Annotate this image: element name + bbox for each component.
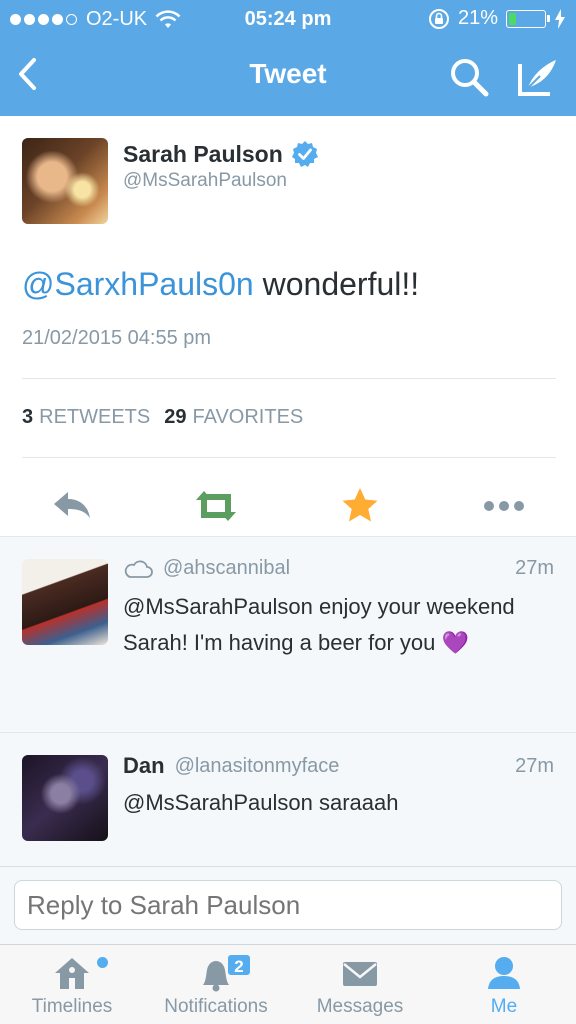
charging-bolt-icon — [555, 8, 565, 29]
reply-text: @MsSarahPaulson enjoy your weekend Sarah… — [123, 589, 554, 661]
new-content-dot — [97, 957, 108, 968]
avatar[interactable] — [22, 755, 108, 841]
tweet-stats: 3 RETWEETS 29 FAVORITES — [22, 406, 317, 429]
tab-label: Timelines — [31, 996, 113, 1017]
home-icon — [55, 958, 89, 989]
retweets-count[interactable]: 3 — [22, 406, 33, 429]
more-icon[interactable] — [480, 482, 528, 530]
reply-icon[interactable] — [48, 482, 96, 530]
rotation-lock-icon — [428, 8, 449, 29]
reply-text: @MsSarahPaulson saraaah — [123, 790, 399, 815]
status-right: 21% — [428, 7, 566, 30]
reply-author-name[interactable]: Dan — [123, 753, 165, 779]
reply-input[interactable] — [14, 880, 562, 930]
top-bar: O2-UK 05:24 pm 21% Tweet — [0, 0, 576, 116]
person-icon — [488, 957, 520, 989]
tab-bar: Timelines 2 Notifications Messages Me — [0, 944, 576, 1024]
purple-heart-emoji: 💜 — [441, 630, 469, 655]
battery-icon — [506, 9, 546, 28]
author-name-row[interactable]: Sarah Paulson — [123, 140, 319, 168]
reply-time: 27m — [515, 754, 554, 777]
avatar[interactable] — [22, 138, 108, 224]
list-item[interactable]: @ahscannibal 27m @MsSarahPaulson enjoy y… — [0, 536, 576, 732]
compose-icon[interactable] — [514, 54, 560, 100]
retweet-icon[interactable] — [192, 482, 240, 530]
tab-label: Me — [490, 996, 518, 1017]
author-name: Sarah Paulson — [123, 140, 283, 167]
tweet-timestamp: 21/02/2015 04:55 pm — [22, 327, 212, 349]
tab-label: Notifications — [164, 996, 268, 1017]
battery-percent: 21% — [457, 7, 498, 29]
notification-badge: 2 — [226, 953, 252, 977]
tweet-body: wonderful!! — [253, 266, 420, 302]
tab-timelines[interactable]: Timelines — [0, 945, 144, 1024]
favorite-star-icon[interactable] — [336, 482, 384, 530]
favorites-label[interactable]: FAVORITES — [193, 406, 304, 429]
mention-link[interactable]: @SarxhPauls0n — [22, 266, 254, 302]
replies-list: @ahscannibal 27m @MsSarahPaulson enjoy y… — [0, 536, 576, 866]
favorites-count[interactable]: 29 — [164, 406, 186, 429]
reply-handle[interactable]: @lanasitonmyface — [175, 755, 340, 778]
reply-handle[interactable]: @ahscannibal — [163, 557, 290, 580]
tweet-actions — [0, 476, 576, 536]
envelope-icon — [343, 962, 377, 986]
author-handle[interactable]: @MsSarahPaulson — [123, 170, 287, 192]
tweet-text: @SarxhPauls0n wonderful!! — [22, 266, 419, 303]
tab-me[interactable]: Me — [432, 945, 576, 1024]
search-icon[interactable] — [446, 54, 492, 100]
verified-badge-icon — [291, 141, 318, 167]
tweet-detail: Sarah Paulson @MsSarahPaulson @SarxhPaul… — [0, 116, 576, 536]
reply-bar — [0, 866, 576, 944]
divider — [22, 457, 556, 458]
reply-meta: @ahscannibal 27m — [123, 557, 554, 580]
reply-meta: Dan @lanasitonmyface 27m — [123, 753, 554, 779]
status-bar: O2-UK 05:24 pm 21% — [0, 0, 576, 38]
tab-notifications[interactable]: 2 Notifications — [144, 945, 288, 1024]
list-item[interactable]: Dan @lanasitonmyface 27m @MsSarahPaulson… — [0, 732, 576, 866]
nav-bar: Tweet — [0, 38, 576, 116]
cloud-icon — [124, 560, 153, 578]
divider — [22, 378, 556, 379]
tab-label: Messages — [316, 996, 404, 1017]
retweets-label[interactable]: RETWEETS — [39, 406, 150, 429]
reply-time: 27m — [515, 557, 554, 579]
tab-messages[interactable]: Messages — [288, 945, 432, 1024]
avatar[interactable] — [22, 559, 108, 645]
